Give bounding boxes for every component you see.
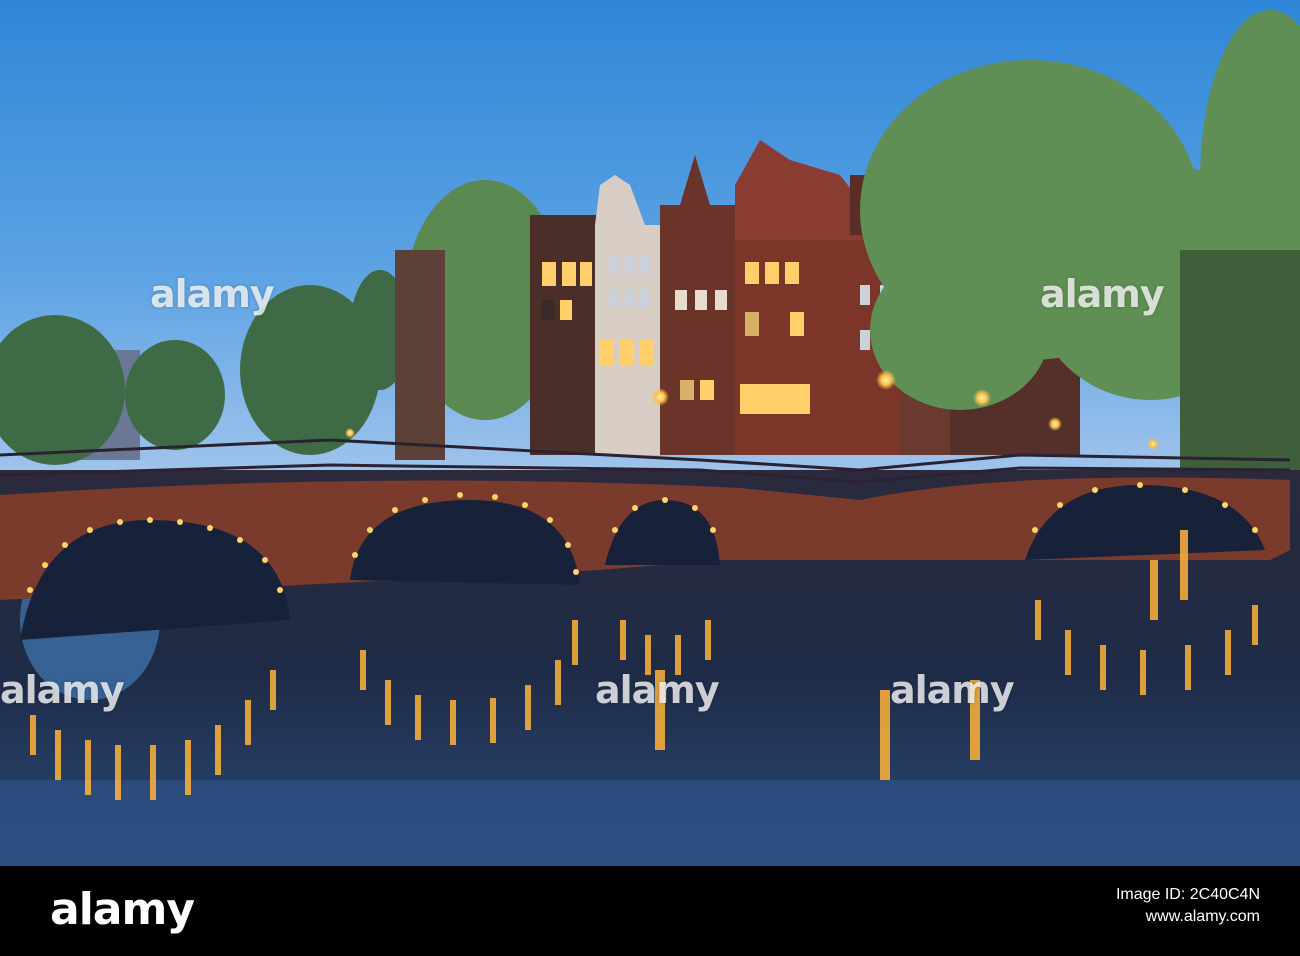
footer-info: Image ID: 2C40C4N www.alamy.com (1116, 884, 1260, 928)
footer-bar: alamy Image ID: 2C40C4N www.alamy.com (0, 866, 1300, 956)
site-url: www.alamy.com (1145, 908, 1260, 925)
water-bottom-light (0, 780, 1300, 866)
watermark-mid-left: alamy (0, 668, 125, 712)
watermark-top-left: alamy (150, 272, 275, 316)
image-id-label: Image ID: 2C40C4N (1115, 886, 1260, 903)
watermark-mid-right: alamy (890, 668, 1015, 712)
alamy-logo: alamy (50, 884, 195, 935)
watermark-mid-center: alamy (595, 668, 720, 712)
photo-canal-scene: alamy alamy alamy alamy alamy (0, 0, 1300, 866)
watermark-top-right: alamy (1040, 272, 1165, 316)
tree-right-dark (1180, 250, 1300, 470)
scene-svg (0, 0, 1300, 866)
